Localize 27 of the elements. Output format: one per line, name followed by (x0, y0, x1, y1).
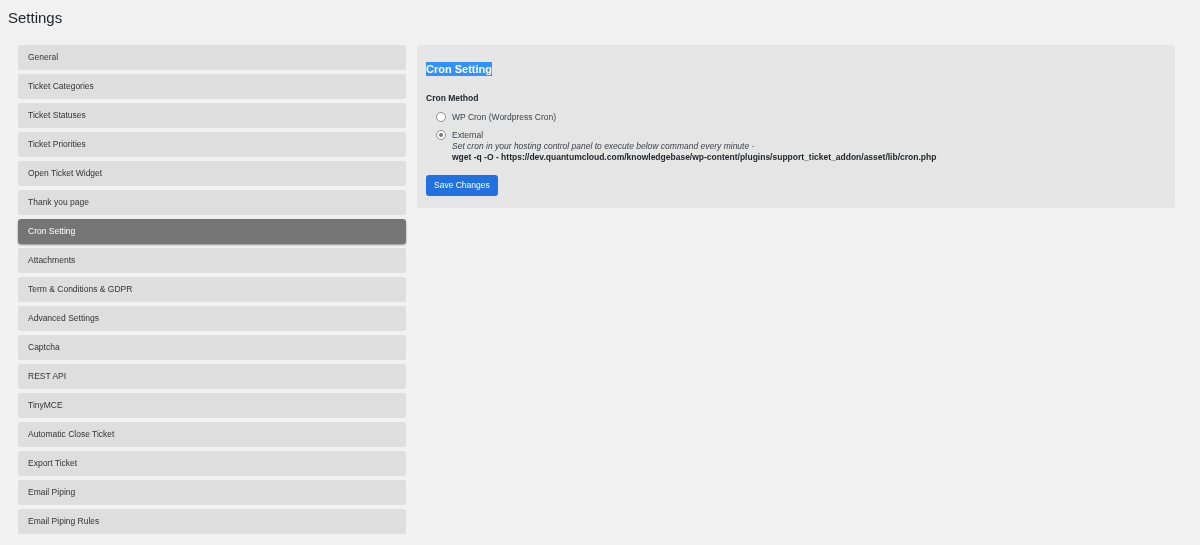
sidebar-tab[interactable]: REST API (18, 364, 406, 389)
radio-label: WP Cron (Wordpress Cron) (452, 110, 557, 123)
sidebar-tab[interactable]: Ticket Categories (18, 74, 406, 99)
radio-button[interactable] (436, 111, 446, 122)
sidebar-tab[interactable]: General (18, 45, 406, 70)
sidebar-tab[interactable]: Automatic Close Ticket (18, 422, 406, 447)
sidebar-tab[interactable]: Ticket Statuses (18, 103, 406, 128)
sidebar-tab[interactable]: TinyMCE (18, 393, 406, 418)
field-label: Cron Method (426, 92, 479, 105)
sidebar-tab[interactable]: Email Piping Rules (18, 509, 406, 534)
sidebar-tab[interactable]: Thank you page (18, 190, 406, 215)
section-title: Cron Setting (426, 62, 492, 76)
sidebar-tab[interactable]: Cron Setting (18, 219, 406, 244)
page-title: Settings (8, 8, 63, 28)
save-button[interactable]: Save Changes (426, 174, 498, 196)
sidebar-tab[interactable]: Advanced Settings (18, 306, 406, 331)
sidebar-tab[interactable]: Term & Conditions & GDPR (18, 277, 406, 302)
radio-button[interactable] (436, 129, 446, 140)
sidebar-tab[interactable]: Captcha (18, 335, 406, 360)
radio-label: External (452, 128, 485, 141)
sidebar-tab[interactable]: Open Ticket Widget (18, 161, 406, 186)
sidebar-tab[interactable]: Ticket Priorities (18, 132, 406, 157)
sidebar-tab[interactable]: Email Piping (18, 480, 406, 505)
command-text: wget -q -O - https://dev.quantumcloud.com/knowledgebase/wp-content/plugins/support_ticket_addon/asset/lib/cron.php (452, 151, 937, 163)
sidebar-tab[interactable]: Attachments (18, 248, 406, 273)
sidebar-tab[interactable]: Export Ticket (18, 451, 406, 476)
hint-text: Set cron in your hosting control panel to execute below command every minute - (452, 140, 756, 152)
